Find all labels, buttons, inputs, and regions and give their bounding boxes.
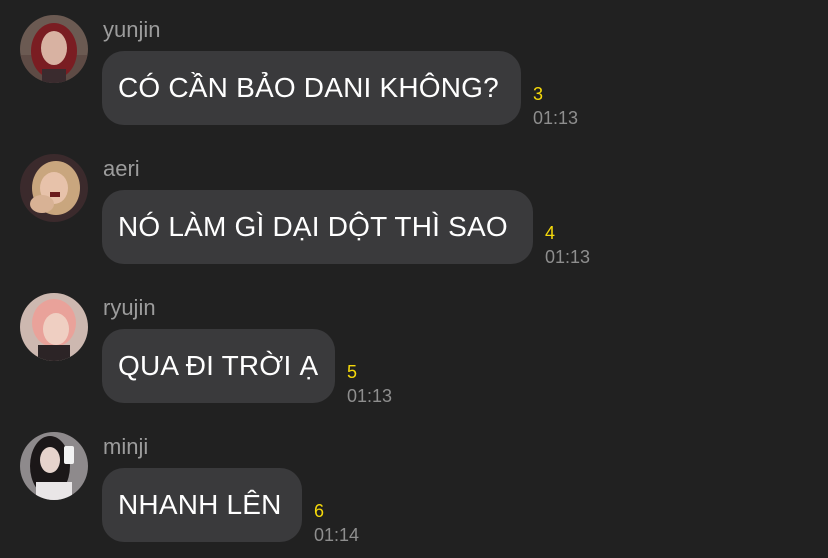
- avatar-photo: [20, 15, 88, 83]
- message-bubble[interactable]: NÓ LÀM GÌ DẠI DỘT THÌ SAO: [102, 190, 533, 264]
- message-text: NHANH LÊN: [118, 489, 282, 520]
- sender-name: minji: [103, 434, 149, 459]
- timestamp: 01:14: [314, 525, 360, 545]
- unread-count: 3: [533, 84, 544, 104]
- avatar[interactable]: [20, 293, 88, 361]
- message-bubble[interactable]: QUA ĐI TRỜI Ạ: [102, 329, 335, 403]
- avatar[interactable]: [20, 154, 88, 222]
- message-text: NÓ LÀM GÌ DẠI DỘT THÌ SAO: [118, 211, 508, 242]
- message-bubble[interactable]: NHANH LÊN: [102, 468, 302, 542]
- message-group: aeri NÓ LÀM GÌ DẠI DỘT THÌ SAO 4 01:13: [0, 139, 828, 278]
- unread-count: 5: [347, 362, 358, 382]
- unread-count: 4: [545, 223, 556, 243]
- unread-count: 6: [314, 501, 325, 521]
- sender-name: aeri: [103, 156, 140, 181]
- message-text: QUA ĐI TRỜI Ạ: [118, 350, 319, 381]
- avatar-photo: [20, 293, 88, 361]
- avatar[interactable]: [20, 432, 88, 500]
- avatar-photo: [20, 154, 88, 222]
- sender-name: ryujin: [103, 295, 156, 320]
- message-text: CÓ CẦN BẢO DANI KHÔNG?: [118, 72, 499, 103]
- message-bubble[interactable]: CÓ CẦN BẢO DANI KHÔNG?: [102, 51, 521, 125]
- message-group: yunjin CÓ CẦN BẢO DANI KHÔNG? 3 01:13: [0, 0, 828, 139]
- timestamp: 01:13: [533, 108, 579, 128]
- timestamp: 01:13: [545, 247, 591, 267]
- avatar[interactable]: [20, 15, 88, 83]
- avatar-photo: [20, 432, 88, 500]
- sender-name: yunjin: [103, 17, 161, 42]
- message-group: ryujin QUA ĐI TRỜI Ạ 5 01:13: [0, 278, 828, 417]
- message-group: minji NHANH LÊN 6 01:14: [0, 417, 828, 556]
- chat-message-list: yunjin CÓ CẦN BẢO DANI KHÔNG? 3 01:13 ae…: [0, 0, 828, 558]
- timestamp: 01:13: [347, 386, 393, 406]
